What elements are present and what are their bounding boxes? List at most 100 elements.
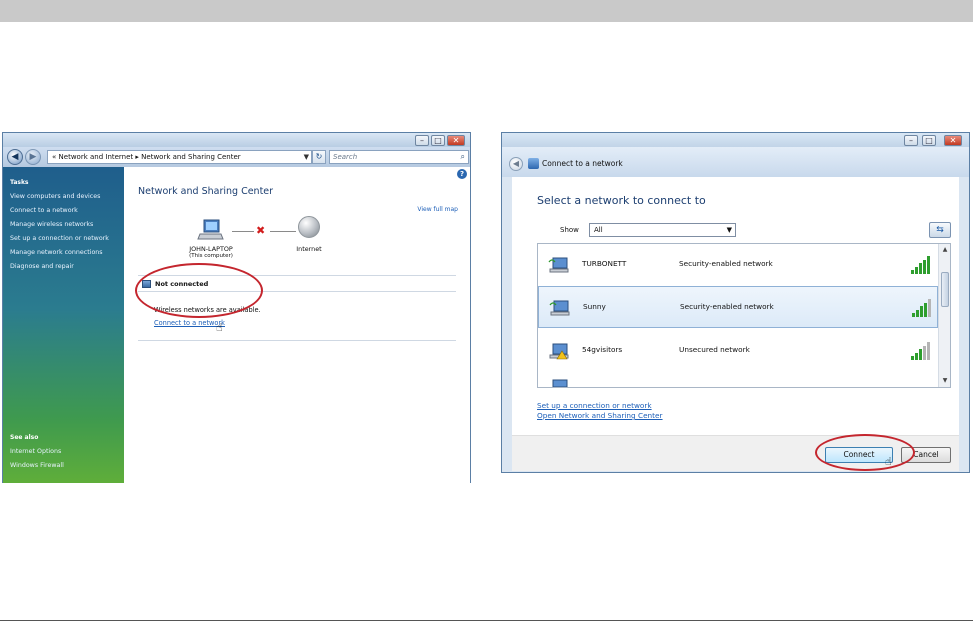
signal-bar <box>923 345 926 360</box>
dialog-body: Select a network to connect to Show All … <box>512 177 959 435</box>
signal-bar <box>912 313 915 317</box>
dialog-header: ◀ Connect to a network <box>502 147 969 177</box>
signal-bar <box>927 256 930 274</box>
computer-subtitle: (This computer) <box>189 253 233 259</box>
highlight-ring-left <box>135 263 263 318</box>
show-label: Show <box>560 226 579 234</box>
title-bar[interactable]: – □ ✕ <box>3 133 470 147</box>
signal-bar <box>911 270 914 274</box>
back-arrow-icon[interactable]: ◀ <box>7 149 23 165</box>
network-name: 54gvisitors <box>582 345 623 354</box>
sidebar-item-internet-options[interactable]: Internet Options <box>10 448 61 455</box>
search-icon[interactable]: ⌕ <box>461 151 465 163</box>
signal-bar <box>911 356 914 360</box>
show-filter-select[interactable]: All ▼ <box>589 223 736 237</box>
breadcrumb-network-internet[interactable]: Network and Internet <box>59 153 134 161</box>
search-input[interactable]: Search ⌕ <box>329 150 469 164</box>
signal-bar <box>919 349 922 360</box>
signal-strength-icon <box>911 342 933 360</box>
open-sharing-center-link[interactable]: Open Network and Sharing Center <box>537 411 663 420</box>
address-bar-row: ◀ ▶ « Network and Internet ▸ Network and… <box>3 147 470 167</box>
breadcrumb-sharing-center[interactable]: Network and Sharing Center <box>141 153 241 161</box>
top-gray-band <box>0 0 973 22</box>
forward-arrow-icon[interactable]: ▶ <box>25 149 41 165</box>
sidebar-item-setup-connection[interactable]: Set up a connection or network <box>10 235 109 242</box>
refresh-icon[interactable]: ↻ <box>312 150 326 164</box>
link-line-left <box>232 231 254 232</box>
link-line-right <box>270 231 296 232</box>
signal-bar <box>915 352 918 360</box>
dialog-title: Connect to a network <box>542 159 623 168</box>
computer-name: JOHN-LAPTOP <box>189 245 233 253</box>
select-network-heading: Select a network to connect to <box>537 194 706 207</box>
setup-connection-link[interactable]: Set up a connection or network <box>537 401 652 410</box>
network-security: Security-enabled network <box>679 259 773 268</box>
signal-bar <box>928 299 931 317</box>
show-filter-value: All <box>594 226 603 234</box>
signal-strength-icon <box>911 256 933 274</box>
sidebar-item-manage-connections[interactable]: Manage network connections <box>10 249 103 256</box>
sidebar-item-view-computers[interactable]: View computers and devices <box>10 193 100 200</box>
mouse-cursor-icon: ☝ <box>885 455 892 468</box>
network-security: Unsecured network <box>679 345 750 354</box>
network-wizard-icon <box>528 158 539 169</box>
minimize-button[interactable]: – <box>415 135 429 146</box>
tasks-header: Tasks <box>10 179 29 186</box>
maximize-button[interactable]: □ <box>922 135 936 146</box>
divider <box>138 340 456 341</box>
network-list: TURBONETT Security-enabled network Sunny… <box>537 243 951 388</box>
disconnected-x-icon: ✖ <box>256 224 266 237</box>
search-placeholder: Search <box>333 153 358 161</box>
signal-bar <box>920 306 923 317</box>
internet-label: Internet <box>296 245 322 253</box>
laptop-computer-icon <box>197 219 224 240</box>
view-full-map-link[interactable]: View full map <box>417 206 458 213</box>
breadcrumb-separator-icon: ▸ <box>135 153 139 161</box>
scroll-down-icon[interactable]: ▼ <box>940 376 950 386</box>
unsecured-network-icon <box>549 343 569 360</box>
wireless-network-icon <box>549 300 570 316</box>
network-name: Sunny <box>583 302 606 311</box>
mouse-cursor-icon: ☝ <box>216 321 223 334</box>
sharing-center-content: ? Network and Sharing Center View full m… <box>124 167 470 483</box>
back-arrow-icon[interactable]: ◀ <box>509 157 523 171</box>
signal-bar <box>927 342 930 360</box>
bottom-rule <box>0 620 973 621</box>
help-icon[interactable]: ? <box>457 169 467 179</box>
signal-bar <box>919 263 922 274</box>
signal-bar <box>923 259 926 274</box>
tasks-sidebar: Tasks View computers and devices Connect… <box>3 167 124 483</box>
close-button[interactable]: ✕ <box>447 135 465 146</box>
wireless-network-icon <box>552 379 568 387</box>
network-row-turbonett[interactable]: TURBONETT Security-enabled network <box>538 244 938 286</box>
close-button[interactable]: ✕ <box>944 135 962 146</box>
signal-bar <box>915 266 918 274</box>
see-also-header: See also <box>10 434 39 441</box>
title-bar[interactable]: – □ ✕ <box>502 133 969 147</box>
sidebar-item-manage-wireless[interactable]: Manage wireless networks <box>10 221 93 228</box>
network-row-sunny[interactable]: Sunny Security-enabled network <box>538 286 938 328</box>
internet-globe-icon <box>298 216 320 238</box>
sidebar-item-diagnose-repair[interactable]: Diagnose and repair <box>10 263 74 270</box>
scroll-thumb[interactable] <box>941 272 949 307</box>
network-row-54gvisitors[interactable]: 54gvisitors Unsecured network <box>538 330 938 372</box>
network-security: Security-enabled network <box>680 302 774 311</box>
scroll-up-icon[interactable]: ▲ <box>940 245 950 255</box>
page-title: Network and Sharing Center <box>138 186 274 197</box>
sidebar-item-windows-firewall[interactable]: Windows Firewall <box>10 462 64 469</box>
signal-bar <box>916 309 919 317</box>
address-dropdown-icon[interactable]: ▼ <box>304 151 309 163</box>
minimize-button[interactable]: – <box>904 135 918 146</box>
address-input[interactable]: « Network and Internet ▸ Network and Sha… <box>47 150 312 164</box>
connect-to-network-dialog: – □ ✕ ◀ Connect to a network Select a ne… <box>501 132 970 473</box>
signal-bar <box>924 302 927 317</box>
highlight-ring-right <box>815 434 915 471</box>
maximize-button[interactable]: □ <box>431 135 445 146</box>
network-list-scrollbar[interactable]: ▲ ▼ <box>938 244 950 387</box>
chevron-down-icon[interactable]: ▼ <box>727 224 732 236</box>
sidebar-item-connect-network[interactable]: Connect to a network <box>10 207 78 214</box>
refresh-button[interactable]: ⇆ <box>929 222 951 238</box>
signal-strength-icon <box>912 299 934 317</box>
wireless-network-icon <box>548 257 569 273</box>
connect-to-network-link[interactable]: Connect to a network <box>154 319 225 327</box>
